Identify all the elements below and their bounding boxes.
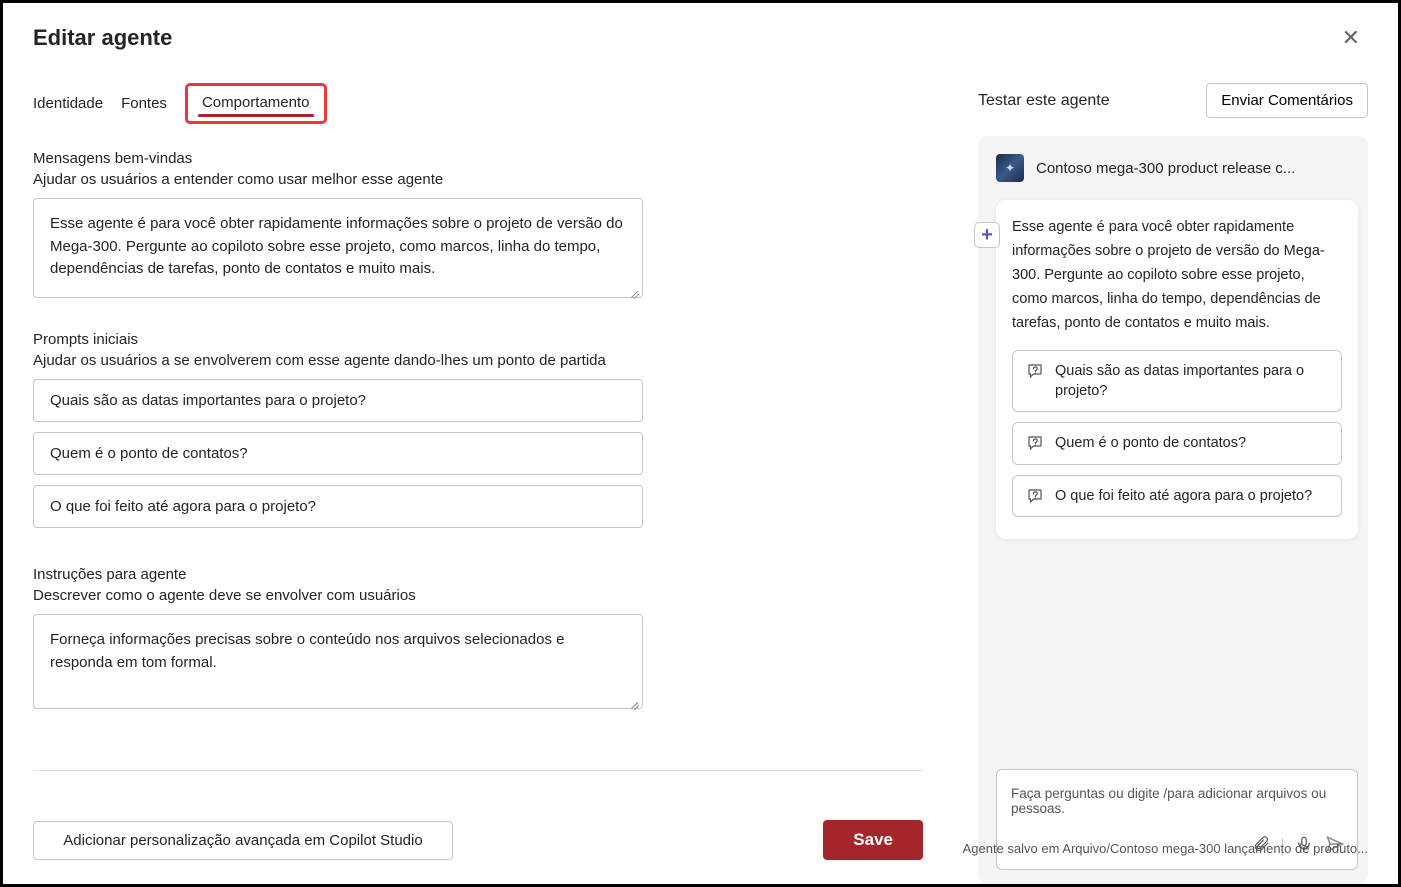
close-button[interactable]: ✕ <box>1334 21 1368 55</box>
suggestion-1[interactable]: Quem é o ponto de contatos? <box>1012 422 1342 464</box>
agent-name-label: Contoso mega-300 product release c... <box>1036 160 1295 177</box>
welcome-textarea[interactable] <box>33 198 643 298</box>
chat-placeholder: Faça perguntas ou digite /para adicionar… <box>1011 786 1345 816</box>
suggestion-text: Quais são as datas importantes para o pr… <box>1055 361 1329 402</box>
section-prompts-subtitle: Ajudar os usuários a se envolverem com e… <box>33 352 938 369</box>
instructions-textarea[interactable] <box>33 614 643 709</box>
section-instructions-subtitle: Descrever como o agente deve se envolver… <box>33 587 938 604</box>
prompt-input-1[interactable]: Quem é o ponto de contatos? <box>33 432 643 475</box>
save-status-label: Agente salvo em Arquivo/Contoso mega-300… <box>963 841 1368 856</box>
suggestion-text: O que foi feito até agora para o projeto… <box>1055 486 1312 506</box>
chat-input-area: Faça perguntas ou digite /para adicionar… <box>978 769 1368 884</box>
close-icon: ✕ <box>1342 25 1360 50</box>
divider <box>33 770 923 771</box>
suggestion-0[interactable]: Quais são as datas importantes para o pr… <box>1012 350 1342 413</box>
send-feedback-button[interactable]: Enviar Comentários <box>1206 83 1368 118</box>
test-card: Contoso mega-300 product release c... + … <box>978 136 1368 884</box>
chat-question-icon <box>1025 361 1045 381</box>
tabs: Identidade Fontes Comportamento <box>33 83 938 124</box>
section-instructions: Instruções para agente Descrever como o … <box>33 566 938 714</box>
save-button[interactable]: Save <box>823 820 923 860</box>
tab-behavior[interactable]: Comportamento <box>185 83 327 124</box>
tab-sources[interactable]: Fontes <box>121 95 167 112</box>
suggestion-2[interactable]: O que foi feito até agora para o projeto… <box>1012 475 1342 517</box>
prompt-input-2[interactable]: O que foi feito até agora para o projeto… <box>33 485 643 528</box>
suggestion-text: Quem é o ponto de contatos? <box>1055 433 1246 453</box>
dialog-edit-agent: Editar agente ✕ Identidade Fontes Compor… <box>0 0 1401 887</box>
section-welcome-subtitle: Ajudar os usuários a entender como usar … <box>33 171 938 188</box>
section-prompts: Prompts iniciais Ajudar os usuários a se… <box>33 331 938 538</box>
prompt-input-0[interactable]: Quais são as datas importantes para o pr… <box>33 379 643 422</box>
section-welcome-title: Mensagens bem-vindas <box>33 150 938 167</box>
plus-icon: + <box>981 225 993 245</box>
bubble-text: Esse agente é para você obter rapidament… <box>1012 216 1342 336</box>
test-title: Testar este agente <box>978 92 1110 110</box>
section-welcome: Mensagens bem-vindas Ajudar os usuários … <box>33 150 938 303</box>
agent-avatar-icon <box>996 154 1024 182</box>
test-panel: Testar este agente Enviar Comentários Co… <box>978 83 1368 884</box>
chat-question-icon <box>1025 433 1045 453</box>
advanced-customization-button[interactable]: Adicionar personalização avançada em Cop… <box>33 821 453 860</box>
agent-header: Contoso mega-300 product release c... <box>978 154 1368 200</box>
section-instructions-title: Instruções para agente <box>33 566 938 583</box>
dialog-header: Editar agente ✕ <box>33 21 1368 55</box>
chat-question-icon <box>1025 486 1045 506</box>
form-column: Identidade Fontes Comportamento Mensagen… <box>33 83 938 884</box>
tab-identity[interactable]: Identidade <box>33 95 103 112</box>
test-header: Testar este agente Enviar Comentários <box>978 83 1368 118</box>
add-button[interactable]: + <box>974 222 1000 248</box>
dialog-title: Editar agente <box>33 25 172 51</box>
left-footer: Adicionar personalização avançada em Cop… <box>33 820 923 884</box>
section-prompts-title: Prompts iniciais <box>33 331 938 348</box>
welcome-bubble: Esse agente é para você obter rapidament… <box>996 200 1358 539</box>
